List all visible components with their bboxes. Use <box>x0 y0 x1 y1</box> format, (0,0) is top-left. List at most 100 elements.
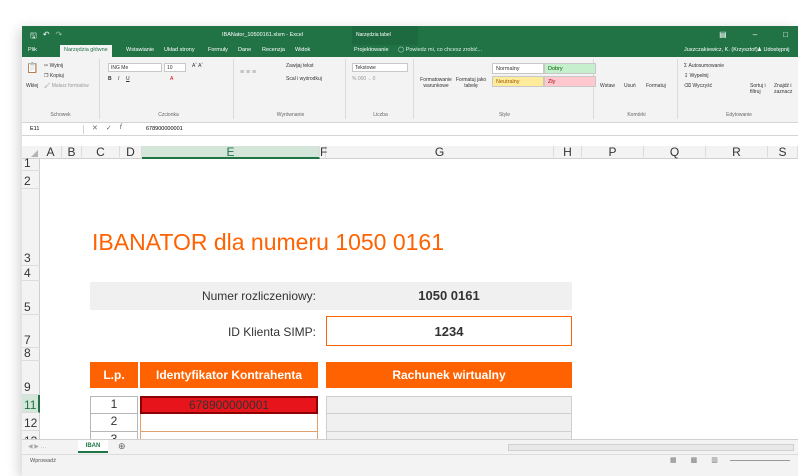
column-header[interactable]: Q <box>644 146 706 159</box>
excel-window: 🖫 ↶ ↷ IBANator_10500161.xlsm - Excel Nar… <box>22 26 798 476</box>
tab-design[interactable]: Projektowanie <box>354 47 389 53</box>
table-row-account[interactable] <box>326 414 572 432</box>
client-id-input[interactable]: 1234 <box>326 316 572 346</box>
active-cell-identifier[interactable]: 678900000001 <box>140 396 318 414</box>
cut-button[interactable]: ✂ Wytnij <box>44 63 63 69</box>
header-virtual-account: Rachunek wirtualny <box>326 362 572 388</box>
user-name[interactable]: Juszczakiewicz, K. (Krzysztof) <box>684 47 758 53</box>
column-header[interactable]: S <box>768 146 798 159</box>
table-row-lp[interactable]: 1 <box>90 396 138 414</box>
name-box[interactable]: E11 <box>30 125 84 134</box>
row-header[interactable]: 7 <box>22 315 40 348</box>
page-layout-view-icon[interactable]: ▩ <box>691 456 698 464</box>
font-color-icon[interactable]: A <box>170 76 173 82</box>
format-as-table-button[interactable]: Formatuj jako tabelę <box>454 77 488 89</box>
tab-data[interactable]: Dane <box>238 47 251 53</box>
row-header[interactable]: 9 <box>22 361 40 395</box>
paste-button[interactable]: Wklej <box>26 83 38 89</box>
find-select-button[interactable]: Znajdź i zaznacz <box>774 83 798 95</box>
tab-review[interactable]: Recenzja <box>262 47 285 53</box>
tab-file[interactable]: Plik <box>28 47 37 53</box>
align-icons[interactable]: ≡ ≡ ≡ <box>240 69 256 76</box>
minimize-icon[interactable]: – <box>753 30 757 39</box>
style-bad[interactable]: Zły <box>544 76 596 87</box>
function-icon[interactable]: f <box>120 124 122 132</box>
table-row-lp[interactable]: 3 <box>90 432 138 439</box>
column-header[interactable]: H <box>554 146 582 159</box>
conditional-formatting-button[interactable]: Formatowanie warunkowe <box>420 77 452 89</box>
tab-formulas[interactable]: Formuły <box>208 47 228 53</box>
wrap-text-button[interactable]: Zawijaj tekst <box>286 63 314 69</box>
tab-insert[interactable]: Wstawianie <box>126 47 154 53</box>
zoom-slider[interactable] <box>730 460 790 461</box>
italic-button[interactable]: I <box>118 76 119 82</box>
insert-cells-button[interactable]: Wstaw <box>600 83 615 89</box>
share-button[interactable]: ♟ Udostępnij <box>757 47 789 53</box>
row-header-active[interactable]: 11 <box>22 395 40 413</box>
merge-center-button[interactable]: Scal i wyśrodkuj <box>286 76 322 82</box>
table-row-lp[interactable]: 2 <box>90 414 138 432</box>
format-painter-button[interactable]: 🖌 Malarz formatów <box>44 83 89 89</box>
normal-view-icon[interactable]: ▦ <box>670 456 677 464</box>
ribbon-options-icon[interactable]: ▤ <box>719 30 727 39</box>
paste-icon[interactable]: 📋 <box>26 63 38 74</box>
column-header[interactable]: B <box>62 146 82 159</box>
format-cells-button[interactable]: Formatuj <box>646 83 666 89</box>
font-grow-icon[interactable]: Aˆ Aˇ <box>192 63 203 69</box>
delete-cells-button[interactable]: Usuń <box>624 83 636 89</box>
group-cells: Wstaw Usuń Formatuj Komórki <box>596 59 678 119</box>
column-header[interactable]: P <box>582 146 644 159</box>
sheet-nav-arrows-icon[interactable]: ◀ ▶ … <box>28 443 47 450</box>
enter-icon[interactable]: ✓ <box>106 124 112 132</box>
page-break-view-icon[interactable]: ▥ <box>711 456 718 464</box>
column-header[interactable]: C <box>82 146 120 159</box>
table-row-account[interactable] <box>326 396 572 414</box>
sort-filter-button[interactable]: Sortuj i filtruj <box>750 83 772 95</box>
clear-button[interactable]: ⌫ Wyczyść <box>684 83 712 89</box>
tab-home[interactable]: Narzędzia główne <box>60 45 112 57</box>
style-normal[interactable]: Normalny <box>492 63 544 74</box>
column-header[interactable]: G <box>326 146 554 159</box>
row-header[interactable]: 4 <box>22 266 40 281</box>
horizontal-scrollbar[interactable] <box>508 444 794 451</box>
save-icon[interactable]: 🖫 <box>30 30 37 44</box>
cancel-icon[interactable]: ✕ <box>92 124 98 132</box>
row-header[interactable]: 2 <box>22 171 40 189</box>
row-header[interactable]: 12 <box>22 413 40 431</box>
style-neutral[interactable]: Neutralny <box>492 76 544 87</box>
number-format-select[interactable]: Tekstowe <box>352 63 408 72</box>
formula-input[interactable]: 678900000001 <box>146 126 183 132</box>
style-good[interactable]: Dobry <box>544 63 596 74</box>
context-tab-label: Narzędzia tabel <box>352 26 418 45</box>
worksheet[interactable]: IBANATOR dla numeru 1050 0161 Numer rozl… <box>40 159 798 439</box>
row-header[interactable]: 3 <box>22 189 40 266</box>
add-sheet-icon[interactable]: ⊕ <box>118 441 126 452</box>
column-header[interactable]: A <box>40 146 62 159</box>
redo-icon[interactable]: ↷ <box>56 30 63 44</box>
fill-button[interactable]: ↧ Wypełnij <box>684 73 708 79</box>
row-header[interactable]: 5 <box>22 281 40 315</box>
group-styles: Formatowanie warunkowe Formatuj jako tab… <box>416 59 596 119</box>
row-header[interactable]: 8 <box>22 346 40 361</box>
column-header[interactable]: D <box>120 146 142 159</box>
bold-button[interactable]: B <box>108 76 112 82</box>
font-size-select[interactable]: 10 <box>164 63 186 72</box>
tab-page-layout[interactable]: Układ strony <box>164 47 195 53</box>
table-row-account[interactable] <box>326 432 572 439</box>
table-row-identifier[interactable] <box>140 414 318 432</box>
tell-me-search[interactable]: ◯ Powiedz mi, co chcesz zrobić... <box>398 47 482 53</box>
maximize-icon[interactable]: □ <box>783 30 788 39</box>
copy-button[interactable]: ❐ Kopiuj <box>44 73 64 79</box>
percent-icon[interactable]: % 000 ←0 <box>352 76 375 82</box>
underline-button[interactable]: U <box>126 76 130 82</box>
tab-view[interactable]: Widok <box>295 47 310 53</box>
row-header[interactable]: 1 <box>22 156 40 171</box>
sheet-tab-iban[interactable]: IBAN <box>78 440 108 453</box>
undo-icon[interactable]: ↶ <box>43 30 50 44</box>
column-header-active[interactable]: E <box>142 146 320 159</box>
column-headers: A B C D E F G H P Q R S <box>22 146 798 159</box>
table-row-identifier[interactable] <box>140 432 318 439</box>
column-header[interactable]: R <box>706 146 768 159</box>
autosum-button[interactable]: Σ Autosumowanie <box>684 63 724 69</box>
font-name-select[interactable]: ING Me <box>108 63 162 72</box>
